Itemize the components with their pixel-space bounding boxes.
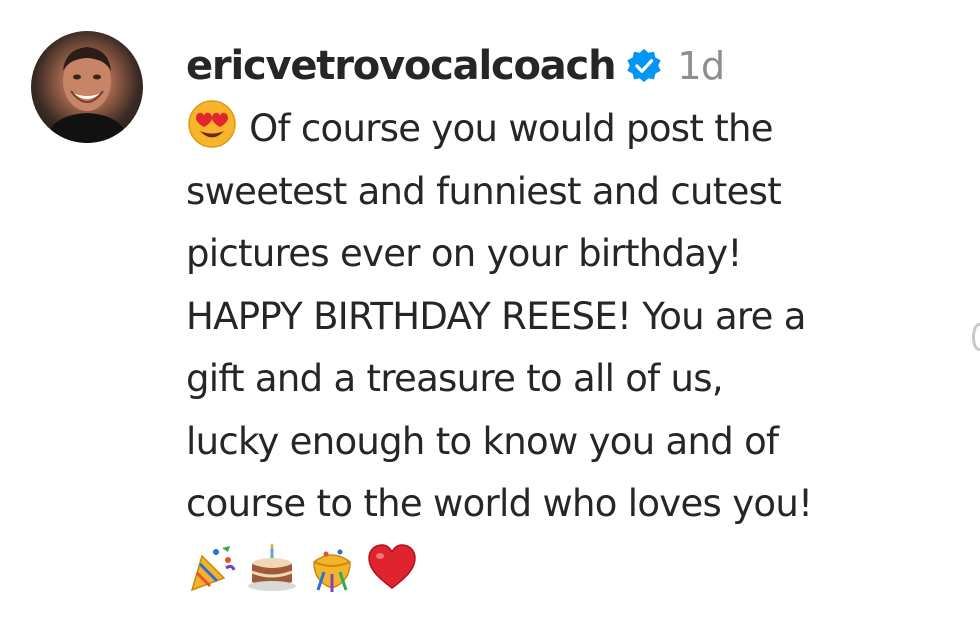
- party-popper-icon: [186, 542, 238, 594]
- comment-text-line-3: pictures ever on your birthday!: [186, 232, 742, 275]
- comment-text-line-5: gift and a treasure to all of us,: [186, 357, 724, 400]
- comment-text-line-7: course to the world who loves you!: [186, 482, 813, 525]
- comment-text-line-1: Of course you would post the: [249, 107, 773, 150]
- emoji-row: [186, 542, 966, 604]
- comment-text-line-4: HAPPY BIRTHDAY REESE! You are a: [186, 294, 806, 338]
- avatar-photo: [45, 47, 129, 143]
- avatar[interactable]: [31, 31, 143, 143]
- comment-text: Of course you would post the sweetest an…: [186, 98, 966, 604]
- comment-item: ericvetrovocalcoach 1d Of course you wou…: [0, 0, 980, 631]
- verified-badge-icon: [625, 47, 663, 85]
- comment-text-line-2: sweetest and funniest and cutest: [186, 169, 782, 213]
- comment-text-line-6: lucky enough to know you and of: [186, 419, 779, 463]
- comment-body: ericvetrovocalcoach 1d Of course you wou…: [186, 36, 966, 604]
- username-link[interactable]: ericvetrovocalcoach: [186, 43, 617, 89]
- comment-header: ericvetrovocalcoach 1d: [186, 36, 966, 96]
- red-heart-icon: [366, 542, 418, 594]
- comment-line: Of course you would post the: [186, 98, 966, 161]
- comment-timestamp[interactable]: 1d: [677, 44, 725, 88]
- options-edge-icon[interactable]: [972, 323, 980, 351]
- smiling-face-with-heart-eyes-icon: [186, 98, 238, 150]
- birthday-cake-icon: [246, 542, 298, 594]
- confetti-ball-icon: [306, 542, 358, 594]
